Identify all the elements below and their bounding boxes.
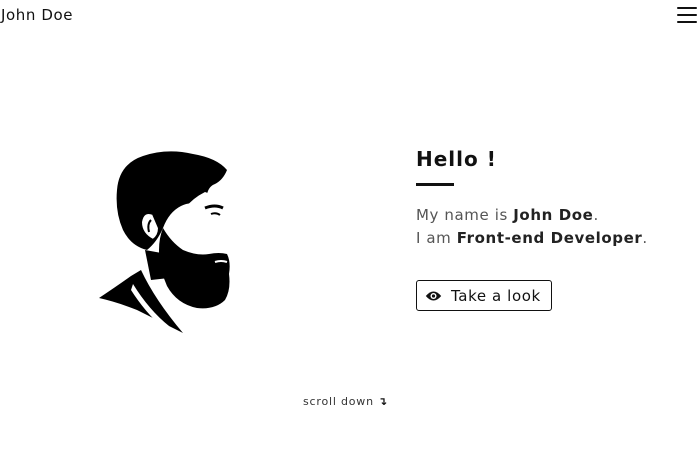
mouth-line (214, 260, 228, 263)
scroll-down-link[interactable]: scroll down ↴ (303, 395, 388, 408)
take-a-look-label: Take a look (451, 286, 541, 305)
bio-line1-prefix: My name is (416, 206, 514, 224)
bearded-man-profile-icon (99, 151, 237, 333)
brand-name[interactable]: John Doe (1, 6, 73, 24)
arrow-down-icon: ↴ (377, 395, 388, 408)
menu-bar (677, 7, 697, 9)
menu-bar (677, 14, 697, 16)
hamburger-menu-icon[interactable] (677, 7, 697, 23)
greeting-heading: Hello ! (416, 147, 497, 171)
intro-section: Hello ! My name is John Doe. I am Front-… (416, 146, 686, 311)
page: John Doe Hello ! My name is John Doe. I … (0, 0, 700, 466)
take-a-look-button[interactable]: Take a look (416, 280, 552, 311)
menu-bar (677, 21, 697, 23)
bio-role: Front-end Developer (456, 229, 643, 247)
eye-icon (425, 291, 442, 300)
bio-line2-suffix: . (642, 229, 648, 247)
bio-line2-prefix: I am (416, 229, 457, 247)
bio-line1-suffix: . (593, 206, 599, 224)
bio-text: My name is John Doe. I am Front-end Deve… (416, 204, 686, 250)
greeting-underline (416, 183, 454, 186)
scroll-down-label: scroll down (303, 395, 374, 408)
bio-name: John Doe (513, 206, 594, 224)
